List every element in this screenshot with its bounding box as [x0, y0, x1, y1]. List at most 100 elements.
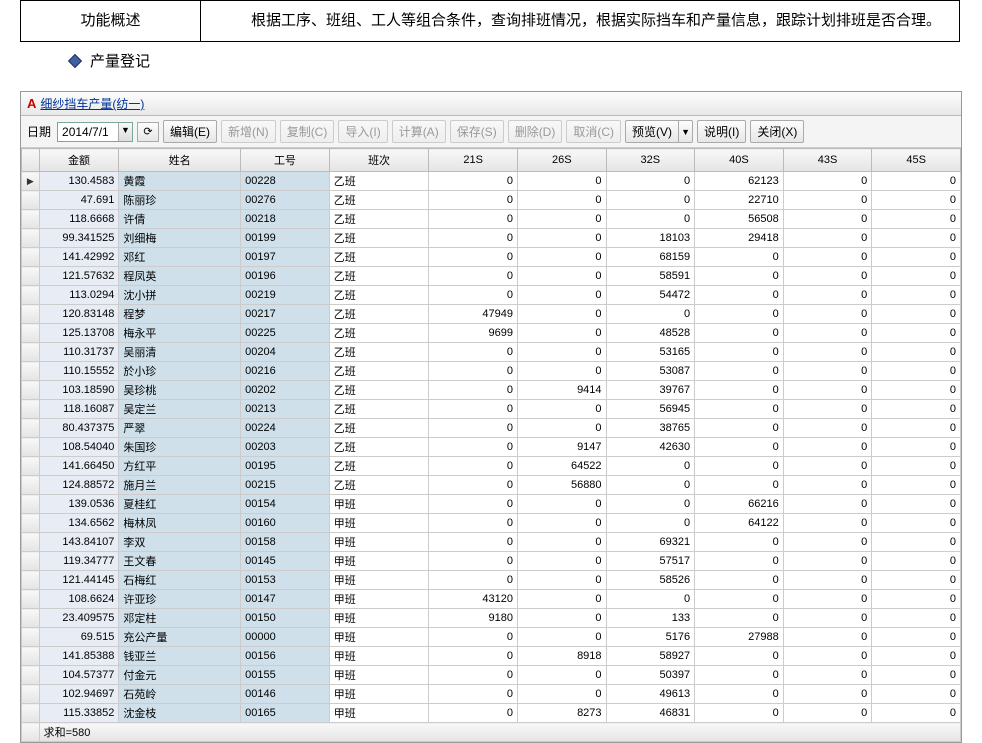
cell-amount[interactable]: 108.6624: [39, 590, 119, 609]
cell-value[interactable]: 62123: [695, 172, 784, 191]
cell-value[interactable]: 0: [872, 172, 961, 191]
cell-value[interactable]: 0: [429, 666, 518, 685]
cell-value[interactable]: 53165: [606, 343, 695, 362]
cell-name[interactable]: 李双: [119, 533, 241, 552]
cell-value[interactable]: 0: [429, 381, 518, 400]
cell-value[interactable]: 0: [783, 476, 872, 495]
cell-value[interactable]: 0: [429, 400, 518, 419]
cell-value[interactable]: 0: [695, 400, 784, 419]
cell-value[interactable]: 0: [517, 419, 606, 438]
cell-value[interactable]: 0: [872, 590, 961, 609]
table-row[interactable]: 47.691陈丽珍00276乙班0002271000: [22, 191, 961, 210]
cell-value[interactable]: 0: [606, 191, 695, 210]
cell-value[interactable]: 0: [695, 381, 784, 400]
cell-value[interactable]: 0: [606, 476, 695, 495]
cell-amount[interactable]: 102.94697: [39, 685, 119, 704]
cell-name[interactable]: 陈丽珍: [119, 191, 241, 210]
cell-id[interactable]: 00154: [241, 495, 330, 514]
cell-name[interactable]: 沈金枝: [119, 704, 241, 723]
cell-value[interactable]: 0: [872, 191, 961, 210]
cell-value[interactable]: 0: [783, 191, 872, 210]
cell-value[interactable]: 0: [783, 172, 872, 191]
cell-name[interactable]: 邓红: [119, 248, 241, 267]
col-name[interactable]: 姓名: [119, 149, 241, 172]
cell-shift[interactable]: 乙班: [329, 229, 429, 248]
cell-value[interactable]: 0: [783, 305, 872, 324]
cell-id[interactable]: 00150: [241, 609, 330, 628]
table-row[interactable]: 118.16087吴定兰00213乙班0056945000: [22, 400, 961, 419]
cell-shift[interactable]: 甲班: [329, 609, 429, 628]
cell-value[interactable]: 0: [517, 628, 606, 647]
cell-name[interactable]: 沈小拼: [119, 286, 241, 305]
preview-button[interactable]: 预览(V): [625, 120, 679, 143]
cell-value[interactable]: 56880: [517, 476, 606, 495]
cell-shift[interactable]: 甲班: [329, 495, 429, 514]
cell-value[interactable]: 0: [695, 609, 784, 628]
preview-splitbutton[interactable]: 预览(V) ▼: [625, 120, 693, 143]
cell-value[interactable]: 0: [429, 457, 518, 476]
cell-value[interactable]: 0: [695, 704, 784, 723]
cell-shift[interactable]: 乙班: [329, 305, 429, 324]
cell-value[interactable]: 0: [429, 419, 518, 438]
cell-value[interactable]: 0: [783, 647, 872, 666]
cell-value[interactable]: 0: [783, 210, 872, 229]
cell-value[interactable]: 0: [872, 704, 961, 723]
cell-value[interactable]: 0: [695, 476, 784, 495]
cell-value[interactable]: 0: [429, 533, 518, 552]
cell-id[interactable]: 00228: [241, 172, 330, 191]
cell-value[interactable]: 0: [695, 248, 784, 267]
cell-value[interactable]: 0: [517, 343, 606, 362]
cell-value[interactable]: 0: [517, 248, 606, 267]
cell-value[interactable]: 0: [872, 343, 961, 362]
cell-id[interactable]: 00155: [241, 666, 330, 685]
cell-value[interactable]: 0: [872, 286, 961, 305]
cell-value[interactable]: 0: [606, 495, 695, 514]
cell-id[interactable]: 00204: [241, 343, 330, 362]
cell-id[interactable]: 00156: [241, 647, 330, 666]
cell-value[interactable]: 0: [872, 267, 961, 286]
cell-value[interactable]: 0: [429, 438, 518, 457]
cell-value[interactable]: 0: [429, 248, 518, 267]
cell-amount[interactable]: 141.66450: [39, 457, 119, 476]
cell-value[interactable]: 0: [429, 647, 518, 666]
cell-shift[interactable]: 乙班: [329, 362, 429, 381]
cell-value[interactable]: 0: [872, 305, 961, 324]
cell-value[interactable]: 0: [429, 172, 518, 191]
cell-amount[interactable]: 124.88572: [39, 476, 119, 495]
cell-value[interactable]: 0: [695, 457, 784, 476]
cell-value[interactable]: 0: [872, 457, 961, 476]
cell-shift[interactable]: 乙班: [329, 343, 429, 362]
cell-value[interactable]: 8918: [517, 647, 606, 666]
data-grid[interactable]: 金额 姓名 工号 班次 21S 26S 32S 40S 43S 45S ▶130…: [21, 148, 961, 742]
cell-value[interactable]: 27988: [695, 628, 784, 647]
cell-value[interactable]: 0: [872, 647, 961, 666]
cell-value[interactable]: 0: [517, 324, 606, 343]
cell-shift[interactable]: 甲班: [329, 628, 429, 647]
cell-value[interactable]: 0: [695, 533, 784, 552]
cell-amount[interactable]: 118.6668: [39, 210, 119, 229]
cell-shift[interactable]: 乙班: [329, 191, 429, 210]
cell-shift[interactable]: 甲班: [329, 552, 429, 571]
table-row[interactable]: 103.18590吴珍桃00202乙班0941439767000: [22, 381, 961, 400]
cell-value[interactable]: 0: [695, 685, 784, 704]
cell-name[interactable]: 石苑岭: [119, 685, 241, 704]
table-row[interactable]: 141.85388钱亚兰00156甲班0891858927000: [22, 647, 961, 666]
cell-value[interactable]: 68159: [606, 248, 695, 267]
cell-value[interactable]: 0: [783, 514, 872, 533]
table-row[interactable]: 125.13708梅永平00225乙班9699048528000: [22, 324, 961, 343]
data-grid-wrap[interactable]: 金额 姓名 工号 班次 21S 26S 32S 40S 43S 45S ▶130…: [21, 148, 961, 742]
cell-shift[interactable]: 乙班: [329, 419, 429, 438]
cell-value[interactable]: 0: [872, 210, 961, 229]
cell-value[interactable]: 0: [429, 514, 518, 533]
cell-value[interactable]: 0: [429, 685, 518, 704]
cell-value[interactable]: 0: [872, 419, 961, 438]
table-row[interactable]: 118.6668许倩00218乙班0005650800: [22, 210, 961, 229]
cell-id[interactable]: 00203: [241, 438, 330, 457]
cell-value[interactable]: 0: [517, 552, 606, 571]
cell-shift[interactable]: 甲班: [329, 685, 429, 704]
cell-value[interactable]: 0: [783, 609, 872, 628]
cell-value[interactable]: 0: [872, 533, 961, 552]
table-row[interactable]: 121.44145石梅红00153甲班0058526000: [22, 571, 961, 590]
cell-name[interactable]: 石梅红: [119, 571, 241, 590]
cell-value[interactable]: 46831: [606, 704, 695, 723]
